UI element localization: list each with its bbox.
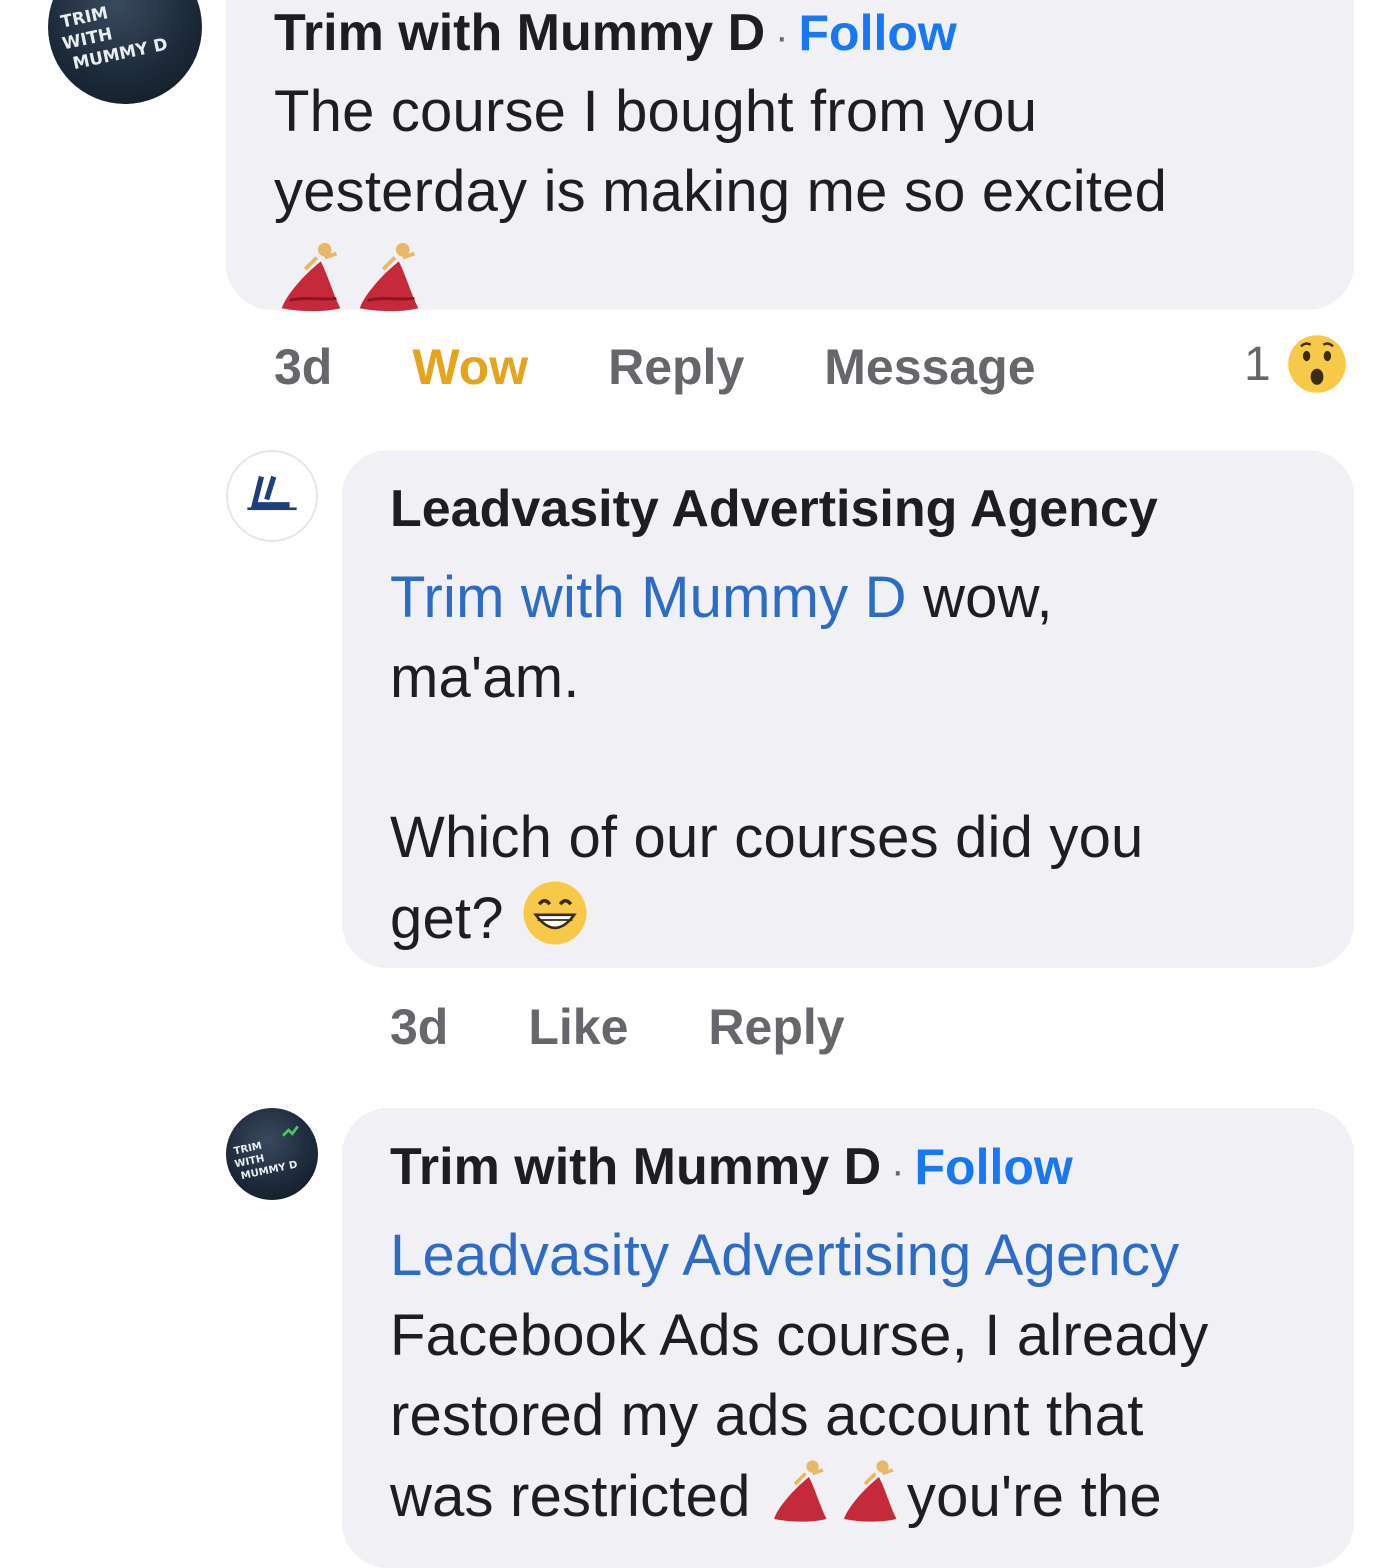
avatar-trim-with-mummy-d[interactable]: TRIM WITH MUMMY D	[48, 0, 202, 104]
comment-timestamp: 3d	[274, 339, 333, 395]
reaction-wow-button[interactable]: Wow	[412, 338, 528, 396]
comment-text-segment: was restricted	[390, 1464, 751, 1529]
comment-text: Leadvasity Advertising Agency Facebook A…	[390, 1216, 1354, 1537]
dancer-emoji	[281, 242, 341, 312]
dancer-emoji	[843, 1460, 897, 1522]
comment-text-line: get?	[390, 878, 1354, 959]
dancer-emoji	[359, 242, 419, 312]
reaction-summary[interactable]: 1	[1244, 332, 1349, 396]
grinning-face-emoji	[523, 881, 587, 945]
reply-button[interactable]: Reply	[608, 338, 744, 396]
follow-link[interactable]: Follow	[914, 1139, 1072, 1195]
comment-text: The course I bought from you yesterday i…	[274, 72, 1354, 322]
like-button[interactable]: Like	[528, 998, 628, 1056]
comment-text-segment: wow,	[906, 565, 1053, 630]
reply-button[interactable]: Reply	[708, 998, 844, 1056]
comment-bubble-2: Leadvasity Advertising Agency Trim with …	[342, 450, 1354, 968]
dancer-emoji	[773, 1460, 827, 1522]
mention-link[interactable]: Trim with Mummy D	[390, 565, 907, 630]
comment-text-line: ma'am.	[390, 645, 580, 710]
comment-actions-2: 3d Like Reply	[390, 998, 925, 1056]
separator-dot: ·	[775, 15, 789, 59]
comment-text-line: was restricted you're the	[390, 1456, 1354, 1537]
comment-text-line: Which of our courses did you	[390, 805, 1144, 870]
comment-bubble-3: Trim with Mummy D · Follow Leadvasity Adve…	[342, 1108, 1354, 1568]
follow-link[interactable]: Follow	[798, 5, 956, 61]
emoji-row	[274, 232, 1354, 322]
comment-author-header: Trim with Mummy D · Follow	[390, 1138, 1354, 1200]
comment-text-line: Facebook Ads course, I already	[390, 1303, 1209, 1368]
comment-text: Trim with Mummy D wow, ma'am. Which of o…	[390, 558, 1354, 959]
comment-author-name[interactable]: Trim with Mummy D	[274, 4, 765, 62]
comment-actions-1: 3d Wow Reply Message	[274, 338, 1116, 396]
comment-text-line: Trim with Mummy D wow,	[390, 558, 1354, 638]
comment-text-line: yesterday is making me so excited	[274, 159, 1168, 224]
comment-timestamp: 3d	[390, 999, 449, 1055]
comment-author-header: Trim with Mummy D · Follow	[274, 4, 1354, 66]
comment-author-name[interactable]: Trim with Mummy D	[390, 1138, 881, 1196]
comment-text-segment: get?	[390, 886, 504, 951]
comment-bubble-1: Trim with Mummy D · Follow The course I bo…	[226, 0, 1354, 312]
wow-face-emoji	[1287, 335, 1346, 393]
avatar-leadvasity[interactable]	[226, 450, 318, 542]
separator-dot: ·	[891, 1149, 905, 1193]
comment-text-line: restored my ads account that	[390, 1383, 1144, 1448]
comment-author-name[interactable]: Leadvasity Advertising Agency	[390, 480, 1354, 538]
mention-link[interactable]: Leadvasity Advertising Agency	[390, 1216, 1354, 1296]
message-button[interactable]: Message	[824, 338, 1035, 396]
reaction-count: 1	[1244, 337, 1271, 391]
comment-text-segment: you're the	[906, 1464, 1162, 1529]
avatar-trim-with-mummy-d[interactable]: TRIM WITH MUMMY D	[226, 1108, 318, 1200]
comment-text-line: The course I bought from you	[274, 79, 1038, 144]
